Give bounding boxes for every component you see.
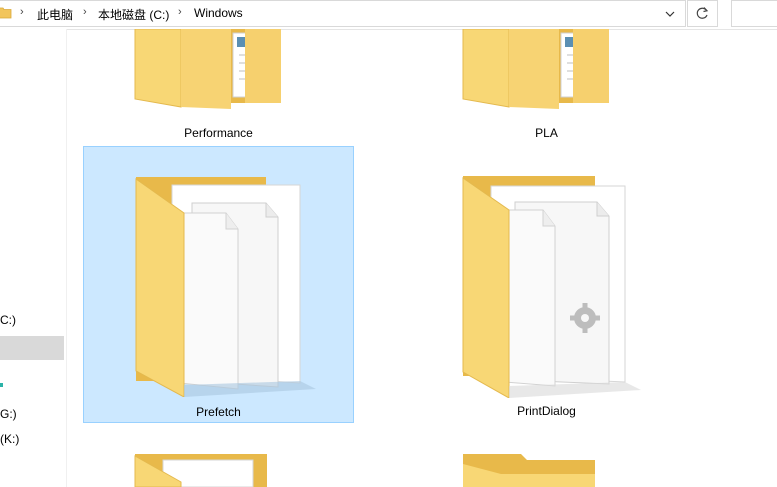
folder-label: PLA [535, 126, 558, 140]
folder-item-printdialog[interactable]: PrintDialog [411, 146, 682, 423]
folder-documents-icon [462, 29, 609, 109]
folder-icon [0, 7, 12, 19]
folder-item-pla[interactable]: PLA [411, 29, 682, 143]
breadcrumb-windows[interactable]: Windows [194, 6, 243, 20]
folder-files-icon [462, 176, 641, 398]
navigation-pane: C:) G:) (K:) [0, 29, 66, 487]
folder-item-prefetch[interactable]: Prefetch [83, 146, 354, 423]
chevron-down-icon [665, 11, 675, 17]
folder-label: Performance [184, 126, 253, 140]
pane-divider[interactable] [66, 29, 67, 487]
refresh-button[interactable] [687, 0, 718, 27]
nav-selection-highlight [0, 336, 64, 360]
address-bar: › 此电脑 › 本地磁盘 (C:) › Windows [0, 0, 777, 30]
nav-item-drive-g[interactable]: G:) [0, 407, 17, 421]
breadcrumb-separator[interactable]: › [83, 6, 87, 18]
breadcrumb-separator[interactable]: › [20, 6, 24, 18]
breadcrumb-this-pc[interactable]: 此电脑 [37, 6, 73, 23]
nav-item-local-disk-c[interactable]: C:) [0, 313, 16, 327]
address-history-button[interactable] [661, 5, 679, 23]
folder-label: Prefetch [196, 405, 241, 419]
search-input[interactable] [731, 0, 777, 27]
folder-item-performance[interactable]: Performance [83, 29, 354, 143]
folder-label: PrintDialog [517, 404, 576, 418]
folder-files-icon [134, 454, 267, 487]
refresh-icon [696, 7, 709, 19]
folder-documents-icon [134, 29, 281, 109]
breadcrumb-local-disk[interactable]: 本地磁盘 (C:) [98, 6, 169, 23]
folder-item[interactable] [411, 426, 682, 487]
breadcrumb-separator[interactable]: › [178, 6, 182, 18]
folder-files-icon [135, 177, 316, 397]
folder-item[interactable] [83, 426, 354, 487]
folder-empty-icon [463, 454, 595, 487]
drive-icon [0, 383, 3, 387]
nav-item-drive-k[interactable]: (K:) [0, 432, 19, 446]
